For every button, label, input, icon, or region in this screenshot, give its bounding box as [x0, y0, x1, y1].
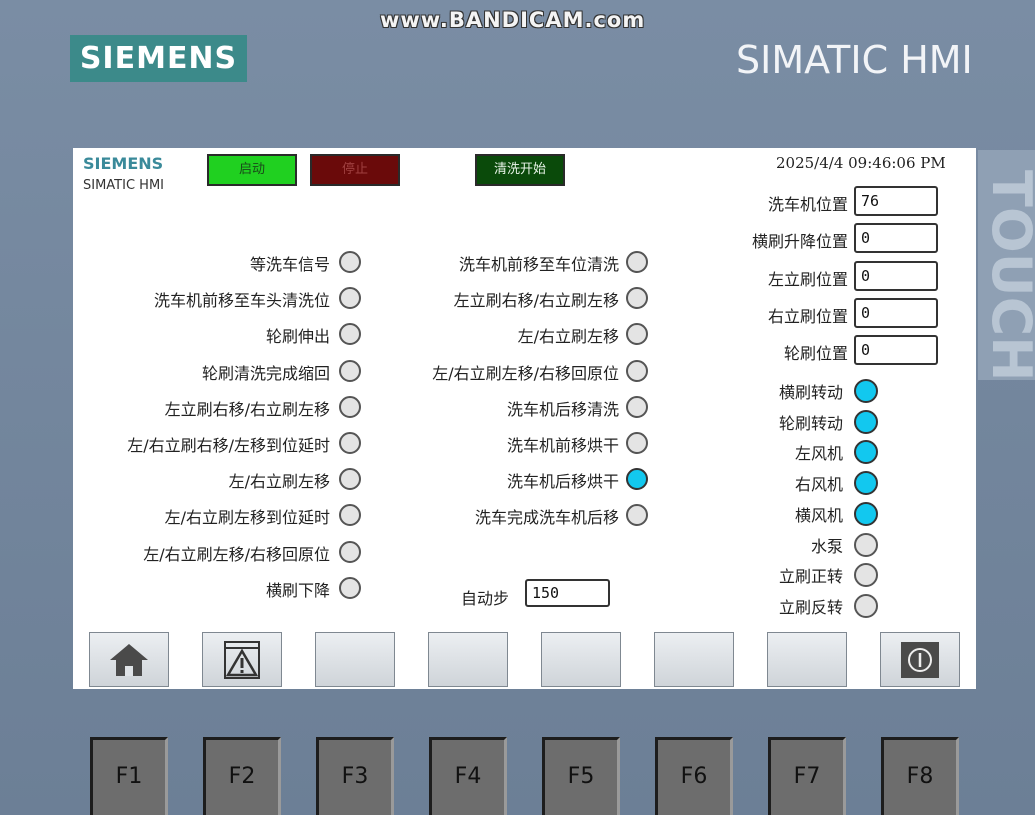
home-icon: [107, 640, 151, 680]
siemens-logo: SIEMENS: [70, 35, 247, 82]
position-field[interactable]: 0: [854, 223, 938, 254]
status-lamp: [339, 251, 361, 273]
status-lamp: [626, 251, 648, 273]
status-lamp: [626, 468, 648, 491]
signal-label: 左/右立刷左移/右移回原位: [143, 544, 330, 564]
status-lamp: [339, 540, 361, 563]
position-field[interactable]: 0: [854, 335, 938, 366]
softkey-button[interactable]: [654, 632, 734, 687]
output-lamp: [854, 409, 878, 434]
function-key-f7[interactable]: F7: [768, 737, 846, 815]
output-label: 立刷反转: [778, 597, 843, 617]
status-lamp: [626, 323, 648, 346]
position-label: 横刷升降位置: [751, 232, 848, 252]
alarm-warning-icon: [222, 640, 262, 680]
auto-step-field[interactable]: 150: [525, 579, 610, 607]
power-icon: [900, 641, 940, 679]
function-key-f5[interactable]: F5: [542, 737, 620, 815]
softkey-button[interactable]: [315, 632, 395, 687]
status-lamp: [339, 504, 361, 527]
output-lamp: [854, 593, 878, 618]
signal-label: 左/右立刷左移: [517, 327, 619, 347]
status-lamp: [626, 359, 648, 382]
alarm-warning-button[interactable]: [202, 632, 282, 687]
output-lamp: [854, 379, 878, 403]
status-lamp: [626, 287, 648, 310]
signal-label: 左/右立刷右移/左移到位延时: [127, 436, 330, 455]
output-lamp: [854, 563, 878, 588]
function-key-f8[interactable]: F8: [881, 737, 959, 815]
status-lamp: [626, 504, 648, 527]
stop-button[interactable]: 停止: [310, 154, 400, 186]
wash-start-button[interactable]: 清洗开始: [475, 154, 565, 186]
function-key-f3[interactable]: F3: [316, 737, 394, 815]
status-lamp: [339, 287, 361, 310]
output-lamp: [854, 501, 878, 526]
screen-subtitle: SIMATIC HMI: [83, 178, 164, 193]
signal-label: 左/右立刷左移: [228, 472, 330, 492]
position-label: 左立刷位置: [767, 269, 848, 289]
power-button[interactable]: [880, 632, 960, 687]
signal-label: 左/右立刷左移到位延时: [164, 508, 330, 528]
softkey-button[interactable]: [541, 632, 621, 687]
position-field[interactable]: 0: [854, 260, 938, 291]
recording-watermark: www.BANDICAM.com: [380, 8, 646, 32]
screen-brand: SIEMENS: [83, 154, 164, 173]
output-label: 立刷正转: [778, 567, 843, 587]
position-label: 轮刷位置: [783, 344, 848, 364]
function-key-f4[interactable]: F4: [429, 737, 507, 815]
auto-step-label: 自动步: [461, 589, 510, 608]
start-button[interactable]: 启动: [207, 154, 297, 186]
function-key-f1[interactable]: F1: [90, 737, 168, 815]
signal-label: 洗车机前移烘干: [506, 436, 619, 455]
signal-label: 洗车机后移清洗: [506, 399, 619, 419]
signal-label: 等洗车信号: [249, 255, 330, 274]
signal-label: 左/右立刷左移/右移回原位: [432, 363, 619, 383]
hmi-screen: SIEMENS SIMATIC HMI 启动 停止 清洗开始 2025/4/4 …: [73, 148, 976, 689]
output-label: 水泵: [810, 536, 843, 556]
softkey-button[interactable]: [428, 632, 508, 687]
output-lamp: [854, 471, 878, 496]
output-label: 右风机: [794, 475, 843, 495]
signal-label: 轮刷伸出: [265, 327, 330, 347]
datetime-display: 2025/4/4 09:46:06 PM: [776, 154, 946, 172]
softkey-button[interactable]: [767, 632, 847, 687]
output-label: 横风机: [794, 505, 843, 525]
position-field[interactable]: 76: [854, 186, 938, 216]
signal-label: 横刷下降: [265, 580, 330, 600]
position-label: 洗车机位置: [767, 195, 848, 214]
function-key-f2[interactable]: F2: [203, 737, 281, 815]
function-key-f6[interactable]: F6: [655, 737, 733, 815]
output-lamp: [854, 532, 878, 557]
status-lamp: [339, 468, 361, 491]
status-lamp: [626, 395, 648, 418]
signal-label: 洗车机后移烘干: [506, 472, 619, 492]
output-label: 轮刷转动: [778, 413, 843, 433]
signal-label: 左立刷右移/右立刷左移: [164, 399, 330, 419]
output-label: 左风机: [794, 444, 843, 464]
position-label: 右立刷位置: [767, 306, 848, 326]
signal-label: 左立刷右移/右立刷左移: [453, 291, 619, 311]
signal-label: 洗车机前移至车头清洗位: [153, 291, 330, 311]
status-lamp: [339, 395, 361, 418]
position-field[interactable]: 0: [854, 297, 938, 328]
device-title: SIMATIC HMI: [736, 38, 973, 82]
status-lamp: [626, 432, 648, 454]
signal-label: 洗车完成洗车机后移: [474, 508, 619, 528]
status-lamp: [339, 323, 361, 346]
output-lamp: [854, 440, 878, 465]
home-button[interactable]: [89, 632, 169, 687]
signal-label: 轮刷清洗完成缩回: [201, 363, 330, 383]
signal-label: 洗车机前移至车位清洗: [458, 255, 619, 274]
status-lamp: [339, 359, 361, 382]
status-lamp: [339, 432, 361, 454]
touch-label: TOUCH: [978, 150, 1035, 380]
status-lamp: [339, 576, 361, 599]
output-label: 横刷转动: [778, 383, 843, 402]
